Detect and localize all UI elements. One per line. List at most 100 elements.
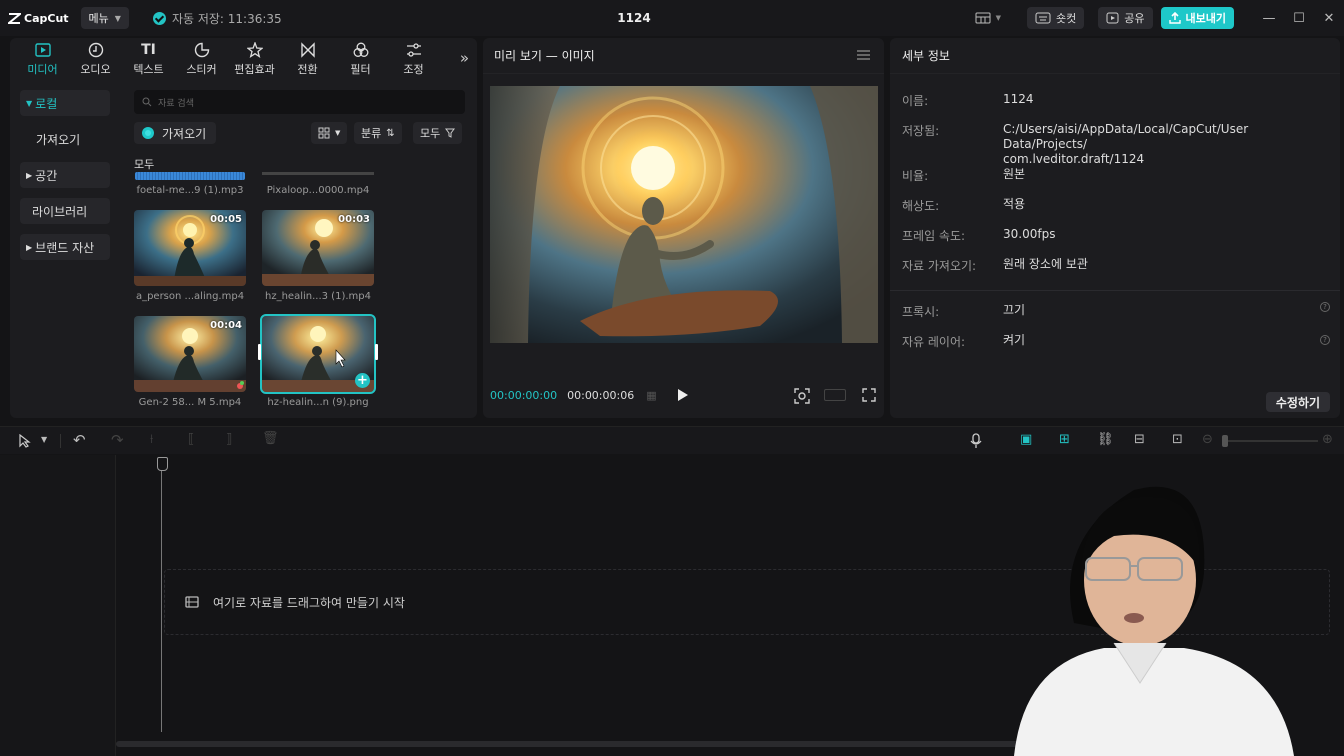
- info-icon[interactable]: ?: [1320, 302, 1330, 312]
- clip-handle-right[interactable]: [375, 344, 378, 360]
- text-icon: TI: [141, 41, 156, 58]
- redo-icon[interactable]: ↷: [111, 431, 124, 449]
- tab-audio[interactable]: 오디오: [69, 42, 122, 77]
- trim-right-icon[interactable]: ⟧: [226, 432, 232, 447]
- sidebar-item-space[interactable]: ▶ 공간: [20, 162, 110, 188]
- sidebar-item-label: 가져오기: [36, 132, 81, 147]
- detail-value-free-layer[interactable]: 켜기: [1003, 333, 1025, 348]
- share-icon: [1106, 12, 1119, 24]
- sort-icon: ⇅: [386, 127, 395, 139]
- media-clip-video[interactable]: 00:03 hz_healin...3 (1).mp4: [262, 210, 374, 302]
- details-panel: 세부 정보 이름: 1124 저장됨: C:/Users/aisi/AppDat…: [890, 38, 1340, 418]
- clip-handle-left[interactable]: [258, 344, 261, 360]
- microphone-icon[interactable]: [970, 433, 982, 449]
- filter-button[interactable]: 모두: [413, 122, 463, 144]
- sidebar-item-brand[interactable]: ▶ 브랜드 자산: [20, 234, 110, 260]
- preview-axis-icon[interactable]: ⊟: [1134, 432, 1145, 447]
- detail-value-path: C:/Users/aisi/AppData/Local/CapCut/User …: [1003, 122, 1249, 166]
- main-track-magnet-icon[interactable]: ▣: [1020, 432, 1032, 447]
- split-icon[interactable]: ⟊: [150, 432, 153, 447]
- audio-waveform: [135, 172, 245, 180]
- select-cursor-icon[interactable]: [18, 434, 32, 448]
- funnel-icon: [445, 128, 456, 138]
- clip-thumbnail: 00:04: [134, 316, 246, 392]
- shortcut-button[interactable]: 숏컷: [1027, 7, 1085, 29]
- effects-icon: [246, 41, 263, 58]
- play-icon[interactable]: [678, 389, 688, 401]
- media-sidebar: ▼ 로컬 가져오기 ▶ 공간 라이브러리 ▶ 브랜드 자산: [20, 90, 110, 270]
- current-timecode: 00:00:00:00: [490, 388, 558, 402]
- export-button[interactable]: 내보내기: [1160, 7, 1234, 29]
- menu-button[interactable]: 메뉴 ▼: [80, 7, 129, 29]
- delete-icon[interactable]: 🗑: [262, 431, 279, 446]
- tab-adjust[interactable]: 조정: [387, 42, 440, 77]
- filter-label: 모두: [420, 127, 441, 140]
- link-icon[interactable]: ⛓: [1097, 432, 1114, 447]
- media-search-input[interactable]: 자료 검색: [134, 90, 465, 114]
- tab-effects[interactable]: 편집효과: [228, 41, 281, 77]
- share-button[interactable]: 공유: [1098, 7, 1153, 29]
- detail-label-path: 저장됨:: [902, 124, 940, 138]
- shortcut-label: 숏컷: [1056, 12, 1077, 25]
- sticker-icon: [194, 42, 209, 57]
- detail-label-name: 이름:: [902, 94, 929, 108]
- import-button[interactable]: 가져오기: [134, 122, 217, 144]
- tab-text[interactable]: TI 텍스트: [122, 42, 175, 77]
- tab-media-label: 미디어: [27, 62, 58, 76]
- tab-effects-label: 편집효과: [234, 62, 275, 76]
- all-media-heading: 모두: [134, 158, 155, 171]
- tab-filter[interactable]: 필터: [334, 42, 387, 77]
- meditation-preview-image: [490, 86, 878, 343]
- clip-name: a_person ...aling.mp4: [135, 291, 245, 302]
- zoom-slider-thumb[interactable]: [1222, 435, 1228, 447]
- track-headers: [0, 455, 116, 756]
- sidebar-item-library[interactable]: 라이브러리: [20, 198, 110, 224]
- trim-left-icon[interactable]: ⟦: [188, 432, 194, 447]
- close-icon[interactable]: ✕: [1314, 11, 1344, 26]
- sidebar-item-import[interactable]: 가져오기: [20, 126, 110, 152]
- tab-transition[interactable]: 전환: [281, 41, 334, 77]
- upload-icon: [1168, 12, 1181, 24]
- preview-panel: 미리 보기 — 이미지 00:00:00:00 00:00:00:06 ▦: [483, 38, 884, 418]
- media-icon: [34, 42, 51, 57]
- detail-value-ratio: 원본: [1003, 167, 1026, 181]
- zoom-out-icon[interactable]: ⊖: [1202, 432, 1213, 447]
- detail-label-ratio: 비율:: [902, 169, 929, 183]
- media-clip-image-selected[interactable]: + hz-healin...n (9).png: [258, 314, 378, 408]
- focus-icon[interactable]: [794, 388, 810, 404]
- menu-icon[interactable]: [857, 50, 870, 60]
- media-clip-video[interactable]: 00:05 a_person ...aling.mp4: [134, 210, 246, 302]
- caret-right-icon: ▶: [26, 170, 33, 180]
- media-clip-video[interactable]: 00:04 Gen-2 58... M 5.mp4: [134, 316, 246, 408]
- undo-icon[interactable]: ↶: [73, 431, 86, 449]
- info-icon[interactable]: ?: [1320, 335, 1330, 345]
- add-to-timeline-icon[interactable]: +: [355, 373, 370, 388]
- details-header: 세부 정보: [890, 38, 1340, 74]
- detail-label-proxy: 프록시:: [902, 305, 940, 319]
- grid-icon: [318, 127, 330, 139]
- sidebar-item-local[interactable]: ▼ 로컬: [20, 90, 110, 116]
- share-label: 공유: [1124, 12, 1145, 25]
- detail-value-proxy[interactable]: 끄기: [1003, 303, 1025, 318]
- playhead[interactable]: [157, 457, 168, 732]
- zoom-in-icon[interactable]: ⊕: [1322, 432, 1333, 447]
- auto-snap-icon[interactable]: ⊞: [1059, 432, 1070, 447]
- preview-canvas[interactable]: [490, 86, 878, 343]
- minimize-icon[interactable]: —: [1254, 11, 1284, 26]
- layout-button[interactable]: ▼: [967, 7, 1009, 29]
- media-clip-audio[interactable]: foetal-me...9 (1).mp3: [134, 172, 246, 196]
- chevron-down-icon[interactable]: ▼: [41, 435, 47, 444]
- view-mode-button[interactable]: ▼: [311, 122, 348, 144]
- more-tabs-icon[interactable]: »: [460, 49, 469, 67]
- clip-name: Pixaloop...0000.mp4: [266, 185, 370, 196]
- edit-button[interactable]: 수정하기: [1265, 392, 1330, 412]
- tab-media[interactable]: 미디어: [16, 42, 69, 77]
- ratio-icon[interactable]: [824, 389, 846, 401]
- sort-button[interactable]: 분류 ⇅: [354, 122, 402, 144]
- fullscreen-icon[interactable]: [862, 388, 876, 402]
- zoom-slider-track[interactable]: [1222, 440, 1318, 442]
- tab-sticker[interactable]: 스티커: [175, 42, 228, 77]
- caption-icon[interactable]: ⊡: [1172, 432, 1183, 447]
- media-clip-video[interactable]: Pixaloop...0000.mp4: [262, 172, 374, 196]
- maximize-icon[interactable]: ☐: [1284, 11, 1314, 26]
